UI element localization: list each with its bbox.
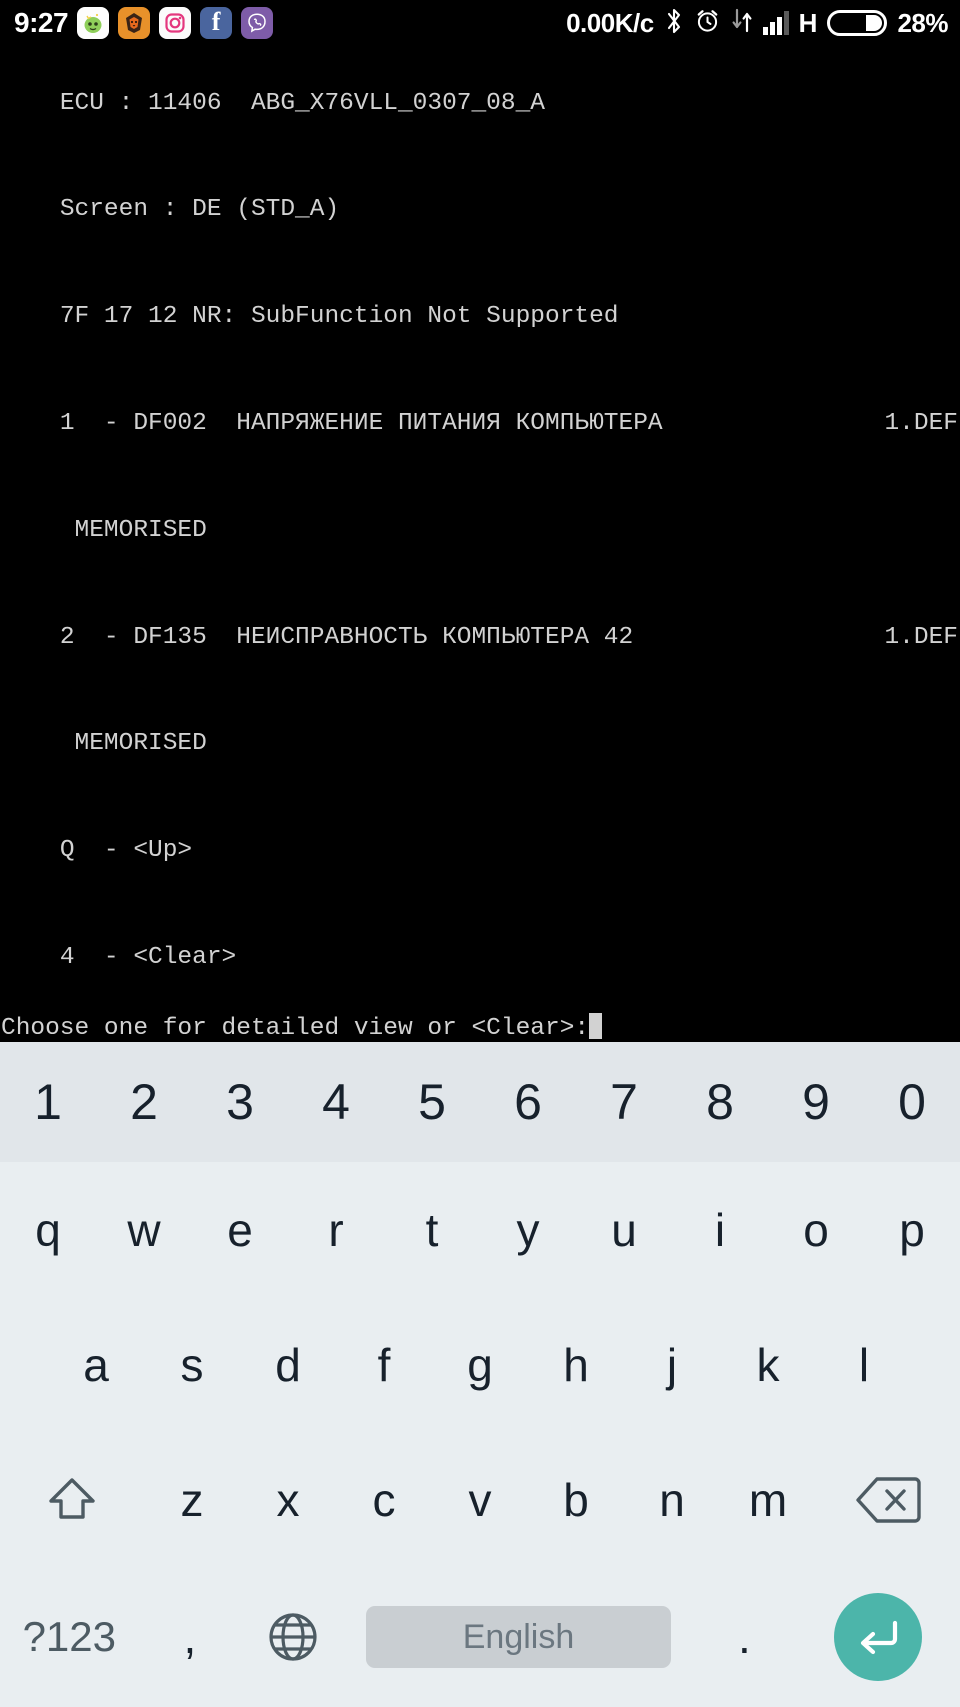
period-key[interactable]: . [693, 1567, 796, 1707]
terminal-line-text: MEMORISED [59, 516, 207, 544]
terminal-line-text: 4 - <Clear> [59, 943, 237, 971]
key-n[interactable]: n [624, 1432, 720, 1567]
keyboard-function-row: ?123 , English . [0, 1567, 960, 1707]
terminal-line-text: Screen : DE (STD_A) [59, 196, 340, 224]
terminal-line-text: 7F 17 12 NR: SubFunction Not Supported [59, 303, 619, 331]
terminal-line-text: 2 - DF135 НЕИСПРАВНОСТЬ КОМПЬЮТЕРА 42 [59, 623, 634, 651]
clock: 9:27 [14, 7, 69, 38]
key-o[interactable]: o [768, 1162, 864, 1297]
facebook-icon: f [200, 7, 233, 39]
battery-icon [827, 10, 888, 36]
key-h[interactable]: h [528, 1297, 624, 1432]
key-w[interactable]: w [96, 1162, 192, 1297]
globe-icon [265, 1609, 321, 1665]
backspace-key[interactable] [816, 1432, 960, 1567]
key-u[interactable]: u [576, 1162, 672, 1297]
key-k[interactable]: k [720, 1297, 816, 1432]
kakao-icon [77, 7, 110, 39]
terminal-line: 4 - <Clear> [0, 904, 960, 1011]
key-8[interactable]: 8 [672, 1042, 768, 1162]
text-cursor [589, 1013, 603, 1040]
instagram-icon [159, 7, 192, 39]
keyboard-row-zxcv: z x c v b n m [0, 1432, 960, 1567]
viber-icon [241, 7, 274, 39]
key-c[interactable]: c [336, 1432, 432, 1567]
terminal-line-text: 1 - DF002 НАПРЯЖЕНИЕ ПИТАНИЯ КОМПЬЮТЕРА [59, 409, 663, 437]
enter-key[interactable] [796, 1567, 960, 1707]
terminal-output[interactable]: ECU : 11406 ABG_X76VLL_0307_08_A Screen … [0, 46, 960, 1042]
keyboard-number-row: 1 2 3 4 5 6 7 8 9 0 [0, 1042, 960, 1162]
key-z[interactable]: z [144, 1432, 240, 1567]
terminal-line: ECU : 11406 ABG_X76VLL_0307_08_A [0, 50, 960, 157]
key-3[interactable]: 3 [192, 1042, 288, 1162]
keyboard-row-qwerty: q w e r t y u i o p [0, 1162, 960, 1297]
terminal-line: 1.DEF 1 - DF002 НАПРЯЖЕНИЕ ПИТАНИЯ КОМПЬЮ… [0, 370, 960, 477]
key-b[interactable]: b [528, 1432, 624, 1567]
key-j[interactable]: j [624, 1297, 720, 1432]
language-switch-key[interactable] [241, 1567, 344, 1707]
comma-key[interactable]: , [139, 1567, 242, 1707]
backspace-icon [855, 1474, 921, 1526]
terminal-line: MEMORISED [0, 691, 960, 798]
key-5[interactable]: 5 [384, 1042, 480, 1162]
key-x[interactable]: x [240, 1432, 336, 1567]
status-bar-left: 9:27 f [0, 7, 274, 39]
space-key-label: English [366, 1606, 671, 1668]
terminal-prompt-text: Choose one for detailed view or <Clear>: [1, 1015, 590, 1043]
key-4[interactable]: 4 [288, 1042, 384, 1162]
space-key[interactable]: English [344, 1567, 693, 1707]
enter-icon [833, 1593, 922, 1681]
on-screen-keyboard[interactable]: 1 2 3 4 5 6 7 8 9 0 q w e r t y u i o p … [0, 1042, 960, 1707]
status-bar: 9:27 f 0.00K/c H 28% [0, 0, 960, 46]
alarm-clock-icon [694, 7, 721, 39]
keyboard-row-asdf: a s d f g h j k l [0, 1297, 960, 1432]
terminal-line: Screen : DE (STD_A) [0, 157, 960, 264]
terminal-line-text: Q - <Up> [59, 837, 193, 865]
key-9[interactable]: 9 [768, 1042, 864, 1162]
key-7[interactable]: 7 [576, 1042, 672, 1162]
key-r[interactable]: r [288, 1162, 384, 1297]
symbols-key[interactable]: ?123 [0, 1567, 139, 1707]
key-q[interactable]: q [0, 1162, 96, 1297]
brave-lion-icon [118, 7, 151, 39]
terminal-line-text: MEMORISED [59, 730, 207, 758]
battery-percent-label: 28% [897, 7, 948, 38]
key-0[interactable]: 0 [864, 1042, 960, 1162]
key-2[interactable]: 2 [96, 1042, 192, 1162]
key-y[interactable]: y [480, 1162, 576, 1297]
key-v[interactable]: v [432, 1432, 528, 1567]
facebook-f-glyph: f [211, 7, 221, 36]
shift-key[interactable] [0, 1432, 144, 1567]
key-1[interactable]: 1 [0, 1042, 96, 1162]
key-l[interactable]: l [816, 1297, 912, 1432]
terminal-line-tail: 1.DEF [884, 623, 958, 651]
terminal-line-tail: 1.DEF [884, 409, 958, 437]
data-rate-label: 0.00K/c [566, 7, 654, 38]
terminal-line-text: ECU : 11406 ABG_X76VLL_0307_08_A [59, 89, 545, 117]
key-a[interactable]: a [48, 1297, 144, 1432]
key-6[interactable]: 6 [480, 1042, 576, 1162]
key-t[interactable]: t [384, 1162, 480, 1297]
key-f[interactable]: f [336, 1297, 432, 1432]
key-p[interactable]: p [864, 1162, 960, 1297]
key-s[interactable]: s [144, 1297, 240, 1432]
key-m[interactable]: m [720, 1432, 816, 1567]
bluetooth-icon [664, 6, 684, 41]
terminal-line: 1.DEF 2 - DF135 НЕИСПРАВНОСТЬ КОМПЬЮТЕРА … [0, 584, 960, 691]
status-bar-right: 0.00K/c H 28% [566, 6, 960, 41]
terminal-line: 7F 17 12 NR: SubFunction Not Supported [0, 264, 960, 371]
key-d[interactable]: d [240, 1297, 336, 1432]
terminal-line: MEMORISED [0, 477, 960, 584]
key-g[interactable]: g [432, 1297, 528, 1432]
key-e[interactable]: e [192, 1162, 288, 1297]
shift-icon [43, 1471, 101, 1529]
key-i[interactable]: i [672, 1162, 768, 1297]
terminal-line: Q - <Up> [0, 797, 960, 904]
signal-bars-icon [762, 11, 789, 35]
network-type-label: H [798, 7, 818, 38]
data-transfer-icon [731, 7, 753, 39]
